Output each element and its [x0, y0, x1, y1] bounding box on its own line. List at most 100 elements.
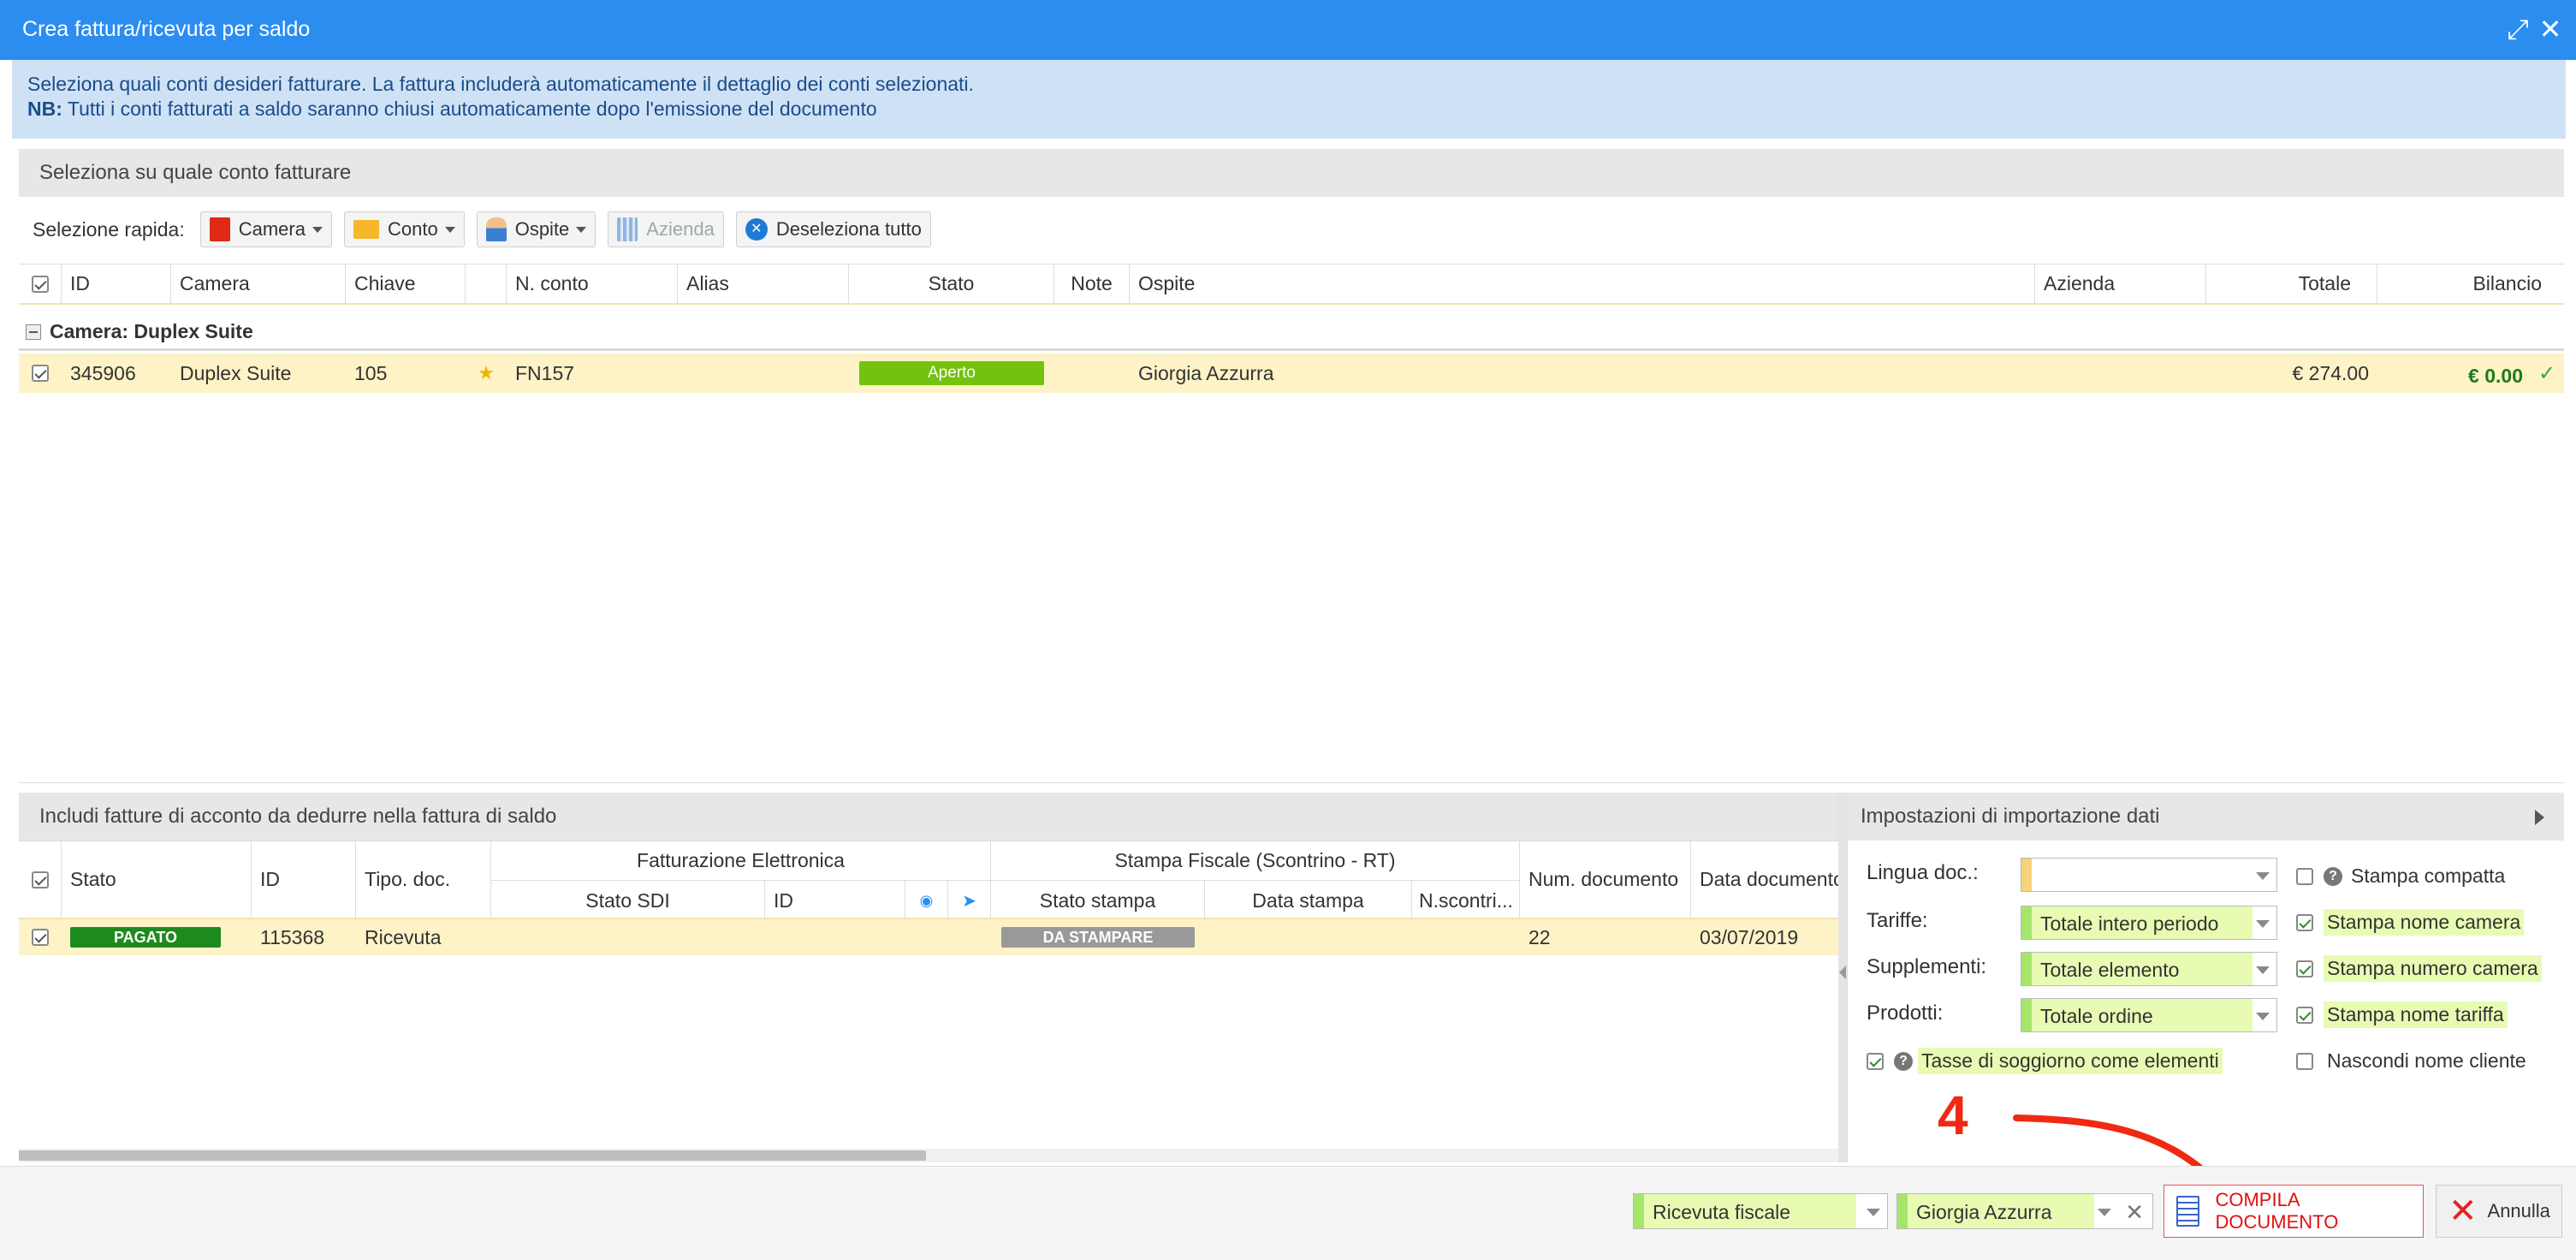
col-bilancio[interactable]: Bilancio — [2377, 264, 2564, 303]
balanced-check-icon: ✓ — [2538, 361, 2556, 385]
window-title-bar: Crea fattura/ricevuta per saldo ⤢ ✕ — [0, 0, 2576, 60]
folder-icon — [353, 220, 379, 239]
notice-line-2: NB: Tutti i conti fatturati a saldo sara… — [27, 97, 2550, 122]
stampa-compatta-checkbox[interactable] — [2296, 867, 2313, 885]
info-notice: Seleziona quali conti desideri fatturare… — [12, 60, 2566, 139]
caret-down-icon — [312, 226, 323, 233]
close-icon[interactable]: ✕ — [2535, 14, 2566, 45]
quick-camera-label: Camera — [238, 218, 306, 240]
adv-row-id: 115368 — [260, 925, 325, 948]
adv-col-stato[interactable]: Stato — [62, 841, 252, 918]
maximize-icon[interactable]: ⤢ — [2502, 14, 2533, 45]
col-ospite[interactable]: Ospite — [1130, 264, 2035, 303]
doc-type-select[interactable]: Ricevuta fiscale — [1633, 1193, 1888, 1229]
customer-select[interactable]: Giorgia Azzurra ✕ — [1896, 1193, 2153, 1229]
advances-table-row[interactable]: PAGATO 115368 Ricevuta DA STAMPARE 22 03… — [19, 919, 1838, 955]
lingua-value — [2021, 859, 2042, 891]
table-row[interactable]: 345906 Duplex Suite 105 ★ FN157 Aperto G… — [19, 354, 2564, 393]
accounts-grid-header: ID Camera Chiave N. conto Alias Stato No… — [19, 264, 2564, 305]
nascondi-nome-cliente-option[interactable]: Nascondi nome cliente — [2296, 1048, 2530, 1074]
adv-col-data-stampa[interactable]: Data stampa — [1205, 881, 1412, 920]
nascondi-nome-cliente-checkbox[interactable] — [2296, 1052, 2313, 1070]
splitter[interactable] — [1838, 793, 1847, 1162]
cancel-button[interactable]: ✕ Annulla — [2436, 1185, 2562, 1238]
col-azienda[interactable]: Azienda — [2035, 264, 2206, 303]
col-camera[interactable]: Camera — [171, 264, 346, 303]
help-icon[interactable]: ? — [1894, 1051, 1913, 1071]
stampa-nome-camera-label: Stampa nome camera — [2324, 909, 2525, 936]
quick-conto-button[interactable]: Conto — [343, 211, 465, 247]
prodotti-label: Prodotti: — [1867, 1001, 1944, 1025]
col-totale[interactable]: Totale — [2206, 264, 2377, 303]
settings-section-title: Impostazioni di importazione dati — [1847, 793, 2564, 841]
select-all-checkbox[interactable] — [19, 264, 62, 303]
stampa-nome-tariffa-option[interactable]: Stampa nome tariffa — [2296, 1001, 2508, 1028]
collapse-panel-icon[interactable] — [2535, 810, 2544, 825]
supplementi-select[interactable]: Totale elemento — [2021, 952, 2277, 986]
clear-customer-icon[interactable]: ✕ — [2125, 1199, 2144, 1226]
checkbox-icon — [32, 365, 49, 382]
stampa-nome-tariffa-checkbox[interactable] — [2296, 1006, 2313, 1024]
col-chiave[interactable]: Chiave — [346, 264, 466, 303]
checkbox-icon — [31, 275, 49, 293]
splitter-arrow-icon — [1839, 966, 1846, 979]
chevron-down-icon — [2256, 966, 2270, 974]
adv-col-fe-id[interactable]: ID — [765, 881, 905, 920]
tasse-soggiorno-option[interactable]: ? Tasse di soggiorno come elementi — [1867, 1048, 2223, 1074]
stampa-nome-camera-option[interactable]: Stampa nome camera — [2296, 909, 2525, 936]
row-chiave: 105 — [354, 361, 388, 384]
send-icon[interactable]: ➤ — [948, 881, 991, 920]
stampa-numero-camera-option[interactable]: Stampa numero camera — [2296, 955, 2542, 982]
adv-col-num-doc[interactable]: Num. documento — [1520, 841, 1691, 918]
adv-row-checkbox[interactable] — [19, 919, 62, 955]
row-checkbox[interactable] — [19, 354, 62, 393]
adv-col-stato-stampa[interactable]: Stato stampa — [991, 881, 1205, 920]
col-stato[interactable]: Stato — [849, 264, 1054, 303]
paid-badge: PAGATO — [70, 927, 221, 948]
stampa-nome-camera-checkbox[interactable] — [2296, 913, 2313, 931]
supplementi-value: Totale elemento — [2021, 953, 2253, 985]
quick-camera-button[interactable]: Camera — [199, 211, 332, 247]
status-badge: Aperto — [859, 361, 1044, 385]
group-row[interactable]: Camera: Duplex Suite — [19, 315, 2564, 351]
print-status-badge: DA STAMPARE — [1001, 927, 1195, 948]
adv-col-tipo[interactable]: Tipo. doc. — [356, 841, 491, 918]
eye-icon[interactable]: ◉ — [905, 881, 948, 920]
adv-col-n-scontrino[interactable]: N.scontri... — [1412, 881, 1520, 920]
quick-ospite-button[interactable]: Ospite — [476, 211, 597, 247]
chevron-down-icon — [2256, 920, 2270, 928]
horizontal-scrollbar[interactable] — [19, 1149, 1838, 1162]
customer-value: Giorgia Azzurra — [1897, 1194, 2094, 1228]
tariffe-select[interactable]: Totale intero periodo — [2021, 906, 2277, 940]
stampa-numero-camera-checkbox[interactable] — [2296, 960, 2313, 978]
chevron-down-icon — [2256, 1013, 2270, 1020]
tariffe-value: Totale intero periodo — [2021, 906, 2253, 939]
accounts-grid-bottom — [19, 782, 2564, 783]
col-id[interactable]: ID — [62, 264, 171, 303]
col-note[interactable]: Note — [1054, 264, 1130, 303]
advances-select-all-checkbox[interactable] — [19, 841, 62, 918]
compile-document-button[interactable]: COMPILA DOCUMENTO — [2163, 1185, 2424, 1238]
quick-azienda-button[interactable]: Azienda — [608, 211, 724, 247]
lingua-select[interactable] — [2021, 858, 2277, 892]
col-n-conto[interactable]: N. conto — [507, 264, 678, 303]
collapse-icon[interactable] — [26, 324, 41, 340]
tasse-soggiorno-checkbox[interactable] — [1867, 1052, 1884, 1070]
adv-col-data-doc[interactable]: Data documento — [1691, 841, 1838, 918]
advances-grid-header: Stato ID Tipo. doc. Fatturazione Elettro… — [19, 841, 1838, 920]
group-label: Camera: Duplex Suite — [50, 320, 253, 342]
stampa-compatta-option[interactable]: ? Stampa compatta — [2296, 863, 2508, 889]
tariffe-label: Tariffe: — [1867, 909, 1928, 932]
help-icon[interactable]: ? — [2324, 866, 2342, 886]
adv-col-id[interactable]: ID — [252, 841, 356, 918]
checkbox-icon — [32, 929, 49, 946]
adv-col-stato-sdi[interactable]: Stato SDI — [491, 881, 765, 920]
cancel-label: Annulla — [2487, 1200, 2550, 1221]
quick-select-toolbar: Selezione rapida: Camera Conto Ospite Az… — [19, 204, 943, 255]
scrollbar-thumb[interactable] — [19, 1150, 926, 1161]
caret-down-icon — [576, 226, 587, 233]
row-n-conto: FN157 — [515, 361, 575, 384]
prodotti-select[interactable]: Totale ordine — [2021, 998, 2277, 1032]
deselect-all-button[interactable]: ✕ Deseleziona tutto — [735, 211, 931, 247]
col-alias[interactable]: Alias — [678, 264, 849, 303]
